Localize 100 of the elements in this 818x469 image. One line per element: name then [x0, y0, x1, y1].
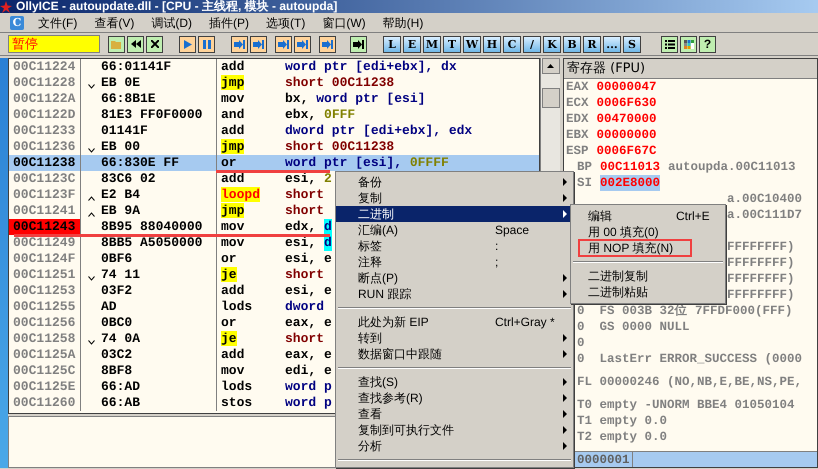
- hex-bytes: 81E3 FF0F0000: [101, 107, 202, 123]
- star-logo-icon: [0, 0, 12, 12]
- address-cell: 00C11251: [9, 267, 81, 283]
- go-to-cursor-button[interactable]: [350, 36, 367, 52]
- menu-item[interactable]: 用 00 填充(0): [571, 224, 725, 240]
- register-name: ECX: [566, 95, 589, 111]
- panel-button[interactable]: /: [523, 36, 541, 52]
- menu-item[interactable]: 二进制复制: [571, 268, 725, 284]
- panel-button[interactable]: E: [403, 36, 421, 52]
- step-over-button[interactable]: [250, 36, 267, 52]
- mnemonic: mov: [221, 235, 244, 250]
- menu-item[interactable]: 选项(T): [266, 14, 306, 32]
- menu-item[interactable]: 注释 ;: [336, 254, 573, 270]
- step-into-button[interactable]: [231, 36, 248, 52]
- menu-item[interactable]: 查看(V): [94, 14, 134, 32]
- hex-bytes: 03C2: [101, 347, 132, 363]
- operand-text: short: [285, 203, 324, 219]
- play-icon: [184, 40, 192, 48]
- list-icon: [664, 40, 674, 48]
- open-button[interactable]: [108, 36, 125, 52]
- panel-button[interactable]: R: [583, 36, 601, 52]
- menu-item[interactable]: 标签 :: [336, 238, 573, 254]
- mnemonic: jmp: [221, 75, 244, 90]
- hex-bytes: E2 B4: [101, 187, 140, 203]
- mnemonic: mov: [221, 219, 244, 234]
- scroll-thumb[interactable]: [542, 88, 560, 108]
- menu-item[interactable]: 二进制: [336, 206, 573, 222]
- operand-text: word ptr [esi]: [316, 91, 426, 107]
- register-text: FFFFFFFF): [727, 287, 795, 303]
- register-text: FFFFFFFF): [727, 271, 795, 287]
- address-cell: 00C11224: [9, 59, 81, 75]
- menu-item[interactable]: 窗口(W): [322, 14, 366, 32]
- selected-row[interactable]: 00C11238 66:830E FF or word ptr [esi], 0FFFF: [9, 155, 539, 171]
- run-button[interactable]: [179, 36, 196, 52]
- menu-item[interactable]: 转到: [336, 330, 573, 346]
- hex-bytes: 66:AD: [101, 379, 140, 395]
- register-value[interactable]: 0006F67C: [596, 143, 657, 159]
- mnemonic: loopd: [221, 187, 260, 202]
- register-value[interactable]: 00470000: [596, 111, 657, 127]
- panel-button[interactable]: M: [423, 36, 441, 52]
- menu-item[interactable]: RUN 跟踪: [336, 286, 573, 302]
- panel-button[interactable]: S: [623, 36, 641, 52]
- menu-item[interactable]: 断点(P): [336, 270, 573, 286]
- menu-item[interactable]: 备份: [336, 174, 573, 190]
- operand-text: edi, e: [285, 363, 332, 379]
- list-button[interactable]: [661, 36, 678, 52]
- operand-text: esi, e: [285, 283, 332, 299]
- menu-item[interactable]: 帮助(H): [382, 14, 424, 32]
- arrow-to-bar-icon: [297, 40, 308, 48]
- arrow-to-bar-icon: [253, 40, 264, 48]
- menu-item[interactable]: 查找(S): [336, 374, 573, 390]
- panel-button[interactable]: L: [383, 36, 401, 52]
- panel-button[interactable]: H: [483, 36, 501, 52]
- colors-button[interactable]: [680, 36, 697, 52]
- rewind-icon: [130, 40, 140, 48]
- panel-button[interactable]: T: [443, 36, 461, 52]
- menu-item[interactable]: 分析: [336, 438, 573, 454]
- menu-item[interactable]: 复制到可执行文件: [336, 422, 573, 438]
- menu-item[interactable]: 数据窗口中跟随: [336, 346, 573, 362]
- close-button[interactable]: [146, 36, 163, 52]
- register-value[interactable]: 00000047: [596, 79, 657, 95]
- restart-button[interactable]: [127, 36, 144, 52]
- register-value[interactable]: 00C11013: [600, 159, 660, 175]
- menu-item[interactable]: 查看: [336, 406, 573, 422]
- menu-item[interactable]: 用 NOP 填充(N): [571, 240, 725, 256]
- panel-button[interactable]: C: [503, 36, 521, 52]
- register-name: EDX: [566, 111, 589, 127]
- register-value[interactable]: 0006F630: [596, 95, 657, 111]
- register-text: T1 empty 0.0: [577, 413, 668, 429]
- menu-item[interactable]: 汇编(A) Space: [336, 222, 573, 238]
- panel-button[interactable]: B: [563, 36, 581, 52]
- address-cell: 00C1123F: [9, 187, 81, 203]
- register-text: T0 empty -UNORM BBE4 01050104: [577, 397, 795, 413]
- menu-item[interactable]: 插件(P): [209, 14, 249, 32]
- menu-item[interactable]: 查找参考(R): [336, 390, 573, 406]
- menu-item[interactable]: 调试(D): [151, 14, 192, 32]
- operand-text: ebx,: [285, 107, 318, 123]
- hex-bytes: 83C6 02: [101, 171, 156, 187]
- help-button[interactable]: ?: [699, 36, 716, 52]
- panel-button[interactable]: W: [463, 36, 481, 52]
- menu-item[interactable]: 复制: [336, 190, 573, 206]
- pause-button[interactable]: [198, 36, 215, 52]
- menu-item[interactable]: 文件(F): [38, 14, 78, 32]
- scroll-up-button[interactable]: [542, 58, 560, 74]
- execute-till-return-button[interactable]: [319, 36, 336, 52]
- operand-text: esi,: [285, 171, 318, 187]
- menu-item[interactable]: 此处为新 EIP Ctrl+Gray *: [336, 314, 573, 330]
- panel-button[interactable]: K: [543, 36, 561, 52]
- menu-item[interactable]: 编辑 Ctrl+E: [571, 208, 725, 224]
- hex-bytes: 0BC0: [101, 315, 132, 331]
- app-menu-icon[interactable]: C: [10, 16, 24, 30]
- address-cell: 00C11255: [9, 299, 81, 315]
- hex-bytes: 66:AB: [101, 395, 140, 411]
- trace-into-button[interactable]: [275, 36, 292, 52]
- panel-button[interactable]: ...: [603, 36, 621, 52]
- trace-over-button[interactable]: [294, 36, 311, 52]
- register-value[interactable]: 00000000: [596, 127, 657, 143]
- menu-item[interactable]: 二进制粘贴: [571, 284, 725, 300]
- register-text: T2 empty 0.0: [577, 429, 668, 445]
- hex-bytes: 03F2: [101, 283, 132, 299]
